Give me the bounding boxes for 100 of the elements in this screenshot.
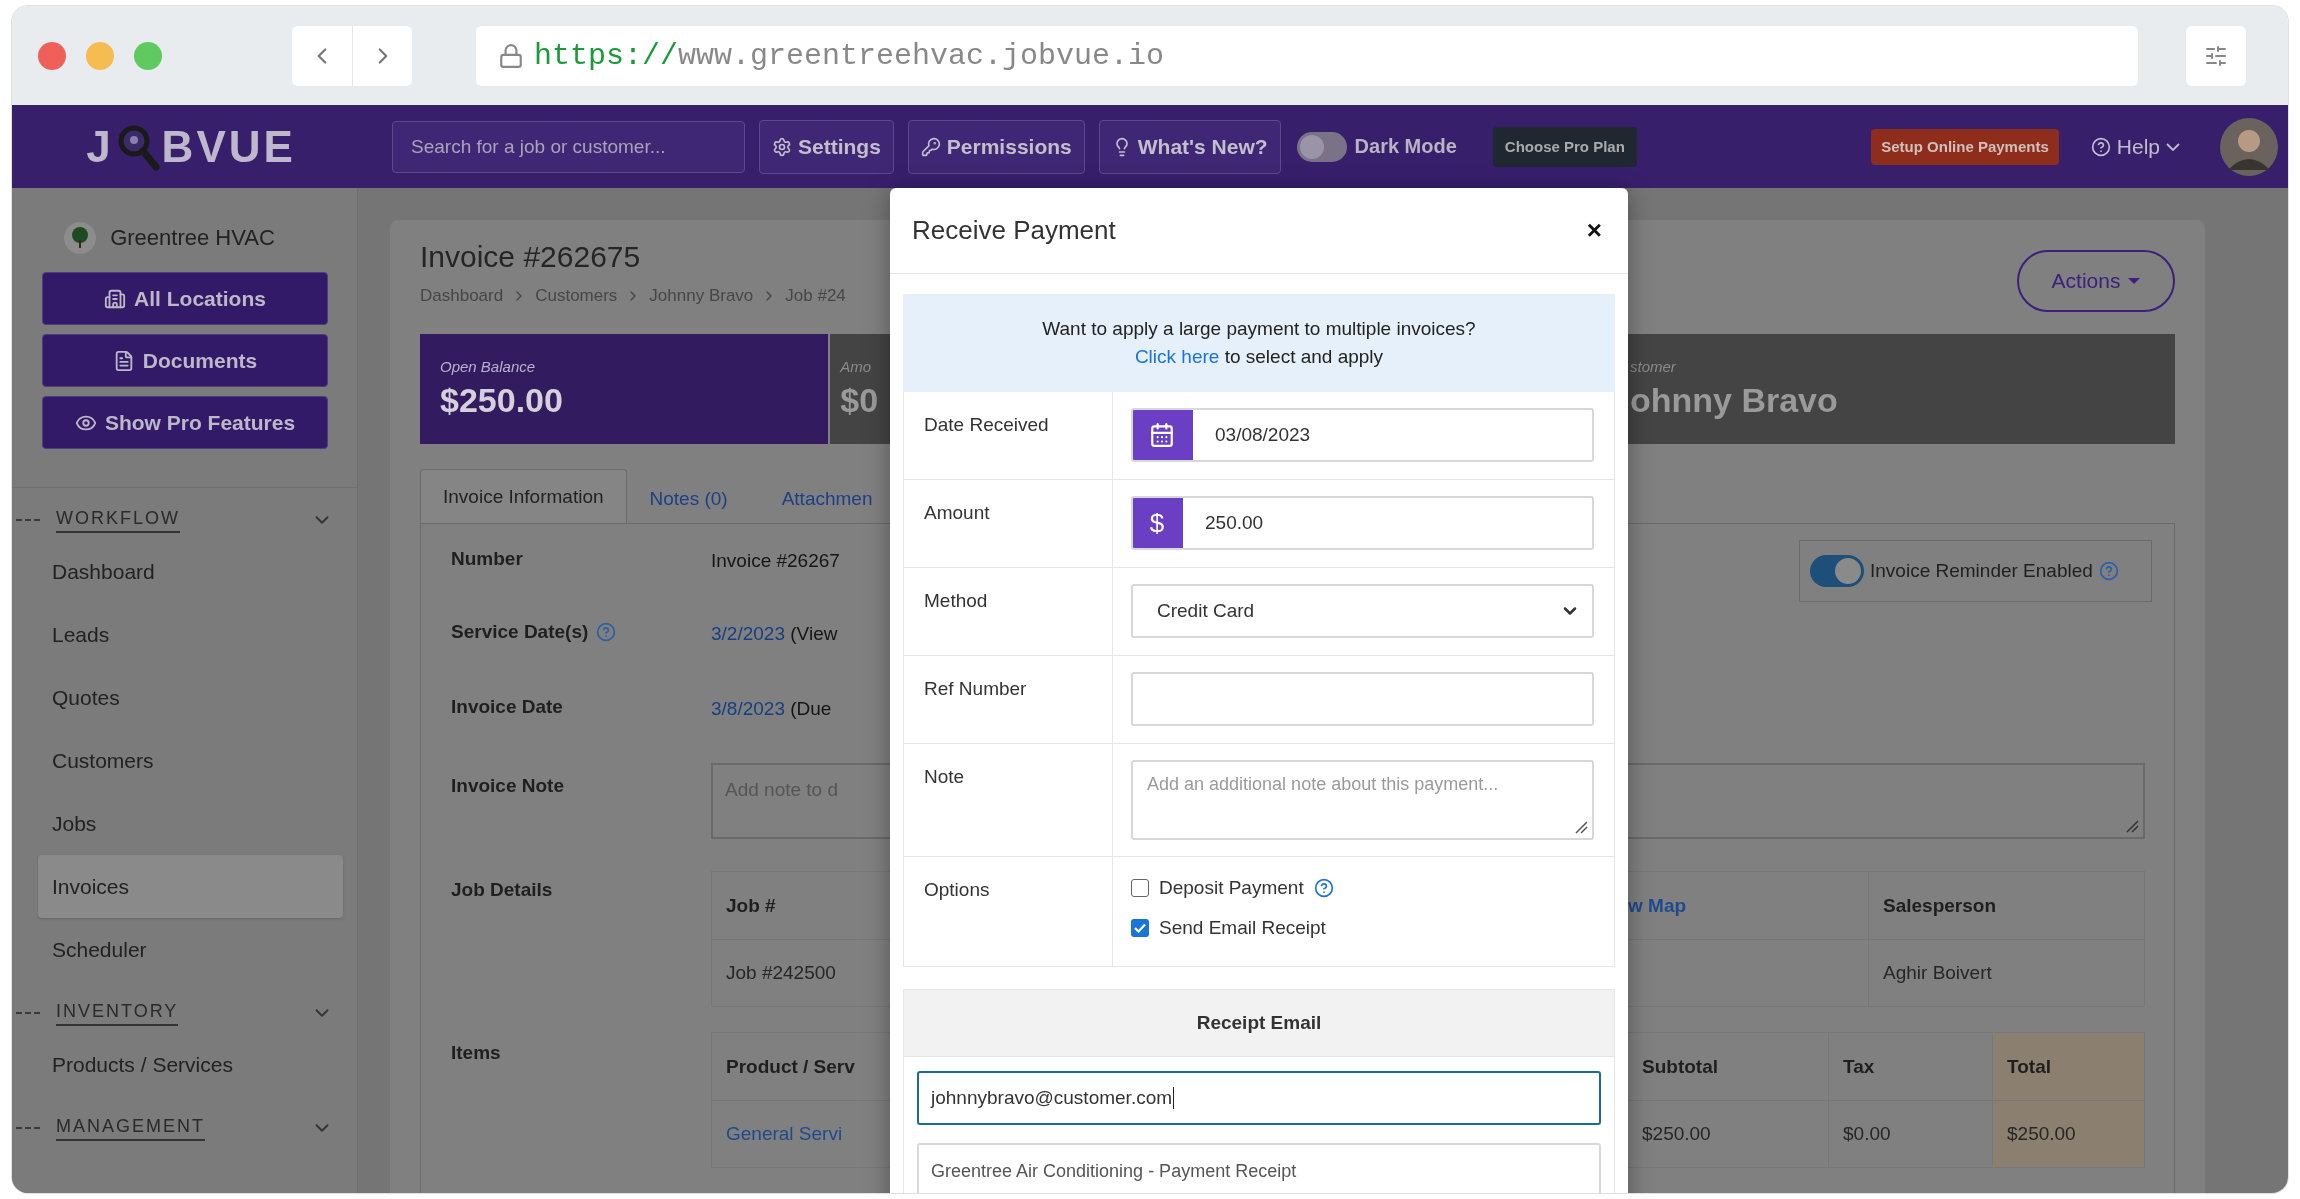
help-icon (2090, 136, 2111, 157)
checkbox[interactable] (1131, 879, 1149, 897)
table-header: Salesperson (1868, 872, 2144, 940)
field-label: Items (450, 1042, 502, 1064)
option-label: Send Email Receipt (1159, 917, 1326, 939)
dash-mark (16, 1012, 40, 1014)
summary-value: $0 (840, 381, 880, 420)
actions-button[interactable]: Actions (2017, 250, 2175, 312)
dialog-title: Receive Payment (912, 215, 1116, 246)
table-header: Total (1992, 1033, 2144, 1101)
sidebar-item[interactable]: Jobs (38, 792, 343, 855)
sidebar-button[interactable]: All Locations (42, 272, 328, 325)
field-label: Invoice Note (450, 775, 565, 797)
header-button[interactable]: What's New? (1098, 119, 1281, 174)
table-cell-text: Job #242500 (725, 961, 837, 985)
ref-number-field[interactable] (1131, 672, 1594, 726)
lock-icon (498, 42, 524, 69)
logo-text: J (86, 121, 114, 172)
field-value: Invoice #26267 (711, 550, 841, 572)
header-button[interactable]: Settings (759, 119, 894, 174)
form-label: Date Received (904, 392, 1113, 479)
option-checkbox[interactable]: Deposit Payment (1131, 877, 1594, 899)
tab[interactable]: Attachmen (758, 473, 896, 523)
breadcrumb-link[interactable]: Job #24 (785, 286, 846, 306)
receipt-email-heading: Receipt Email (903, 989, 1615, 1057)
company-logo (64, 222, 97, 254)
sliders-button[interactable] (2186, 25, 2246, 86)
close-button[interactable]: × (1582, 215, 1606, 246)
pro-plan-button[interactable]: Choose Pro Plan (1492, 126, 1637, 167)
tab[interactable]: Notes (0) (626, 473, 751, 523)
header-button[interactable]: Permissions (907, 119, 1085, 174)
online-payments-button[interactable]: Setup Online Payments (1871, 128, 2059, 165)
building-icon (104, 287, 127, 310)
invoice-title: Invoice #262675 (419, 239, 642, 274)
section-title[interactable]: MANAGEMENT (56, 1115, 205, 1141)
avatar[interactable] (2220, 117, 2278, 176)
section-title[interactable]: INVENTORY (56, 1000, 179, 1026)
search-field[interactable]: Search for a job or customer... (392, 120, 745, 173)
currency-addon: $ (1133, 498, 1183, 548)
breadcrumb-link[interactable]: Dashboard (420, 286, 504, 306)
table-cell: Aghir Boivert (1868, 940, 2144, 1006)
form-label: Note (904, 744, 1113, 856)
form-label: Amount (904, 480, 1113, 567)
field-label: Invoice Date (450, 696, 564, 718)
date-field[interactable]: 03/08/2023 (1131, 408, 1594, 462)
tab[interactable]: Invoice Information (420, 469, 627, 523)
form-label: Ref Number (904, 656, 1113, 743)
maximize-window-icon[interactable] (134, 41, 162, 70)
key-icon (920, 136, 941, 157)
form-label: Options (904, 857, 1113, 966)
sliders-icon (2204, 43, 2228, 68)
breadcrumb-link[interactable]: Customers (535, 286, 618, 306)
sidebar-button[interactable]: Show Pro Features (42, 396, 328, 449)
dash-mark (16, 519, 40, 521)
sidebar-item[interactable]: Scheduler (38, 918, 343, 981)
field-value: 3/8/2023 (Due (711, 698, 833, 720)
sidebar-item[interactable]: Products / Services (38, 1033, 343, 1096)
sidebar-button[interactable]: Documents (42, 334, 328, 387)
date-link[interactable]: 3/2/2023 (711, 623, 785, 644)
summary-label: stomer (1630, 358, 1677, 375)
help-button[interactable]: Help (2084, 133, 2186, 160)
sidebar-item[interactable]: Quotes (38, 666, 343, 729)
email-field[interactable]: johnnybravo@customer.com (917, 1071, 1601, 1125)
notice-text: Want to apply a large payment to multiple invoices? (1042, 318, 1476, 340)
method-select[interactable]: Credit Card (1131, 584, 1594, 638)
section-title[interactable]: WORKFLOW (56, 507, 180, 533)
field-value: 3/2/2023 (View (711, 623, 839, 645)
date-link[interactable]: 3/8/2023 (711, 698, 785, 719)
field-label: Number (450, 548, 524, 570)
dark-mode-toggle[interactable] (1296, 131, 1347, 162)
summary-value: $250.00 (440, 381, 564, 420)
note-field[interactable]: Add an additional note about this payment... (1131, 760, 1594, 840)
reminder-toggle[interactable] (1810, 555, 1864, 587)
resize-grip-icon (2125, 819, 2139, 833)
dash-mark (16, 1127, 40, 1129)
click-here-link[interactable]: Click here (1134, 346, 1220, 367)
dark-mode-label: Dark Mode (1354, 135, 1457, 158)
checkbox[interactable] (1131, 919, 1149, 937)
note-field-edge[interactable] (1628, 763, 2145, 839)
sidebar-item[interactable]: Leads (38, 603, 343, 666)
field-label: Service Date(s) (421, 621, 711, 643)
sidebar-item[interactable]: Dashboard (38, 540, 343, 603)
option-checkbox[interactable]: Send Email Receipt (1131, 917, 1594, 939)
subject-field[interactable]: Greentree Air Conditioning - Payment Receipt (917, 1143, 1601, 1193)
sidebar-item[interactable]: Customers (38, 729, 343, 792)
summary-label: Open Balance (440, 358, 537, 375)
calendar-icon[interactable] (1133, 410, 1193, 460)
sidebar-item[interactable]: Invoices (38, 855, 343, 918)
resize-grip-icon (1574, 820, 1588, 834)
summary-label: Amo (840, 358, 873, 375)
summary-value: ohnny Bravo (1630, 381, 1839, 420)
address-bar[interactable]: https://www.greentreehvac.jobvue.io (476, 25, 2138, 86)
option-label: Deposit Payment (1159, 877, 1304, 899)
product-link[interactable]: General Servi (712, 1101, 890, 1167)
table-cell-text: $250.00 (1641, 1122, 1712, 1146)
reminder-label: Invoice Reminder Enabled (1870, 560, 2093, 582)
amount-field[interactable]: $ 250.00 (1131, 496, 1594, 550)
breadcrumb-link[interactable]: Johnny Bravo (649, 286, 754, 306)
caret-icon (2128, 277, 2141, 285)
close-window-icon[interactable] (38, 41, 66, 70)
